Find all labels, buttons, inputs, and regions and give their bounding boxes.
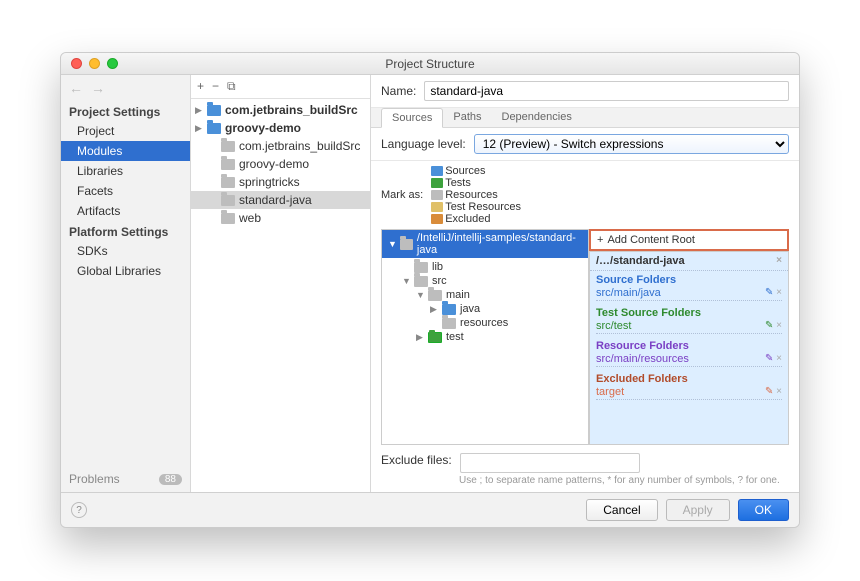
settings-sidebar: ← → Project SettingsProjectModulesLibrar… [61,75,191,492]
window-title: Project Structure [61,57,799,71]
edit-icon[interactable]: ✎ [765,287,773,298]
module-icon [221,159,235,170]
root-group: Source Folderssrc/main/java✎ × [590,271,788,304]
mark-excluded[interactable]: Excluded [431,213,521,225]
language-level-label: Language level: [381,137,466,151]
remove-button[interactable]: − [212,79,219,94]
exclude-files-label: Exclude files: [381,453,452,467]
module-icon [221,195,235,206]
content-root-path[interactable]: ▼ /IntelliJ/intellij-samples/standard-ja… [382,230,588,258]
help-icon[interactable]: ? [71,502,87,518]
sidebar-item-global-libraries[interactable]: Global Libraries [61,261,190,281]
folder-icon [442,304,456,315]
root-folder-item[interactable]: target✎ × [596,385,782,400]
module-icon [207,123,221,134]
tab-sources[interactable]: Sources [381,108,443,128]
folder-icon [442,318,456,329]
mark-tests[interactable]: Tests [431,177,521,189]
root-group: Excluded Folderstarget✎ × [590,370,788,403]
sidebar-item-libraries[interactable]: Libraries [61,161,190,181]
module-item[interactable]: com.jetbrains_buildSrc [191,137,370,155]
ok-button[interactable]: OK [738,499,789,521]
exclude-hint: Use ; to separate name patterns, * for a… [371,475,799,492]
mark-resources[interactable]: Resources [431,189,521,201]
module-item[interactable]: standard-java [191,191,370,209]
copy-button[interactable]: ⧉ [227,79,236,94]
folder-icon [428,290,442,301]
cancel-button[interactable]: Cancel [586,499,657,521]
sidebar-item-modules[interactable]: Modules [61,141,190,161]
remove-icon[interactable]: × [776,386,782,397]
nav-forward-icon[interactable]: → [91,80,105,96]
sidebar-section-header: Project Settings [61,101,190,121]
tree-node[interactable]: ▶java [382,302,588,316]
sidebar-item-problems[interactable]: Problems 88 [61,466,190,492]
edit-icon[interactable]: ✎ [765,320,773,331]
module-icon [207,105,221,116]
mark-sources[interactable]: Sources [431,165,521,177]
root-folder-item[interactable]: src/main/resources✎ × [596,352,782,367]
root-folder-item[interactable]: src/test✎ × [596,319,782,334]
sidebar-item-facets[interactable]: Facets [61,181,190,201]
edit-icon[interactable]: ✎ [765,353,773,364]
folder-icon [431,190,443,200]
remove-icon[interactable]: × [776,353,782,364]
name-label: Name: [381,84,416,98]
tree-node[interactable]: ▶test [382,330,588,344]
add-content-root-button[interactable]: + Add Content Root [589,229,789,251]
module-item[interactable]: springtricks [191,173,370,191]
titlebar: Project Structure [61,53,799,75]
exclude-files-input[interactable] [460,453,640,473]
content-roots-panel: /…/standard-java × Source Folderssrc/mai… [589,251,789,445]
module-icon [221,177,235,188]
project-structure-dialog: Project Structure ← → Project SettingsPr… [60,52,800,528]
tab-dependencies[interactable]: Dependencies [492,108,582,127]
plus-icon: + [597,234,603,246]
folder-icon [431,214,443,224]
remove-icon[interactable]: × [776,287,782,298]
module-icon [221,141,235,152]
mark-as-label: Mark as: [381,189,423,201]
module-icon [221,213,235,224]
source-tree: ▼ /IntelliJ/intellij-samples/standard-ja… [381,229,589,445]
module-name-input[interactable] [424,81,789,101]
tree-node[interactable]: lib [382,260,588,274]
edit-icon[interactable]: ✎ [765,386,773,397]
sidebar-item-sdks[interactable]: SDKs [61,241,190,261]
apply-button[interactable]: Apply [666,499,730,521]
root-group: Test Source Folderssrc/test✎ × [590,304,788,337]
folder-icon [431,178,443,188]
add-button[interactable]: + [197,79,204,94]
module-properties-panel: Name: SourcesPathsDependencies Language … [371,75,799,492]
mark-test-resources[interactable]: Test Resources [431,201,521,213]
folder-icon [431,166,443,176]
remove-root-icon[interactable]: × [776,255,782,267]
sidebar-section-header: Platform Settings [61,221,190,241]
tree-node[interactable]: resources [382,316,588,330]
problems-count-badge: 88 [159,474,182,485]
remove-icon[interactable]: × [776,320,782,331]
folder-icon [400,239,413,250]
dialog-footer: ? Cancel Apply OK [61,492,799,527]
tab-paths[interactable]: Paths [443,108,491,127]
content-root-header-path: /…/standard-java [596,255,685,267]
sidebar-item-project[interactable]: Project [61,121,190,141]
module-item[interactable]: web [191,209,370,227]
sidebar-item-artifacts[interactable]: Artifacts [61,201,190,221]
nav-back-icon[interactable]: ← [69,80,83,96]
language-level-select[interactable]: 12 (Preview) - Switch expressions [474,134,789,154]
module-item[interactable]: groovy-demo [191,155,370,173]
tree-node[interactable]: ▼main [382,288,588,302]
folder-icon [428,332,442,343]
folder-icon [414,262,428,273]
folder-icon [414,276,428,287]
root-folder-item[interactable]: src/main/java✎ × [596,286,782,301]
root-group: Resource Folderssrc/main/resources✎ × [590,337,788,370]
tree-node[interactable]: ▼src [382,274,588,288]
module-item[interactable]: ▶groovy-demo [191,119,370,137]
module-item[interactable]: ▶com.jetbrains_buildSrc [191,101,370,119]
module-tabs: SourcesPathsDependencies [371,108,799,128]
folder-icon [431,202,443,212]
module-list-panel: + − ⧉ ▶com.jetbrains_buildSrc▶groovy-dem… [191,75,371,492]
